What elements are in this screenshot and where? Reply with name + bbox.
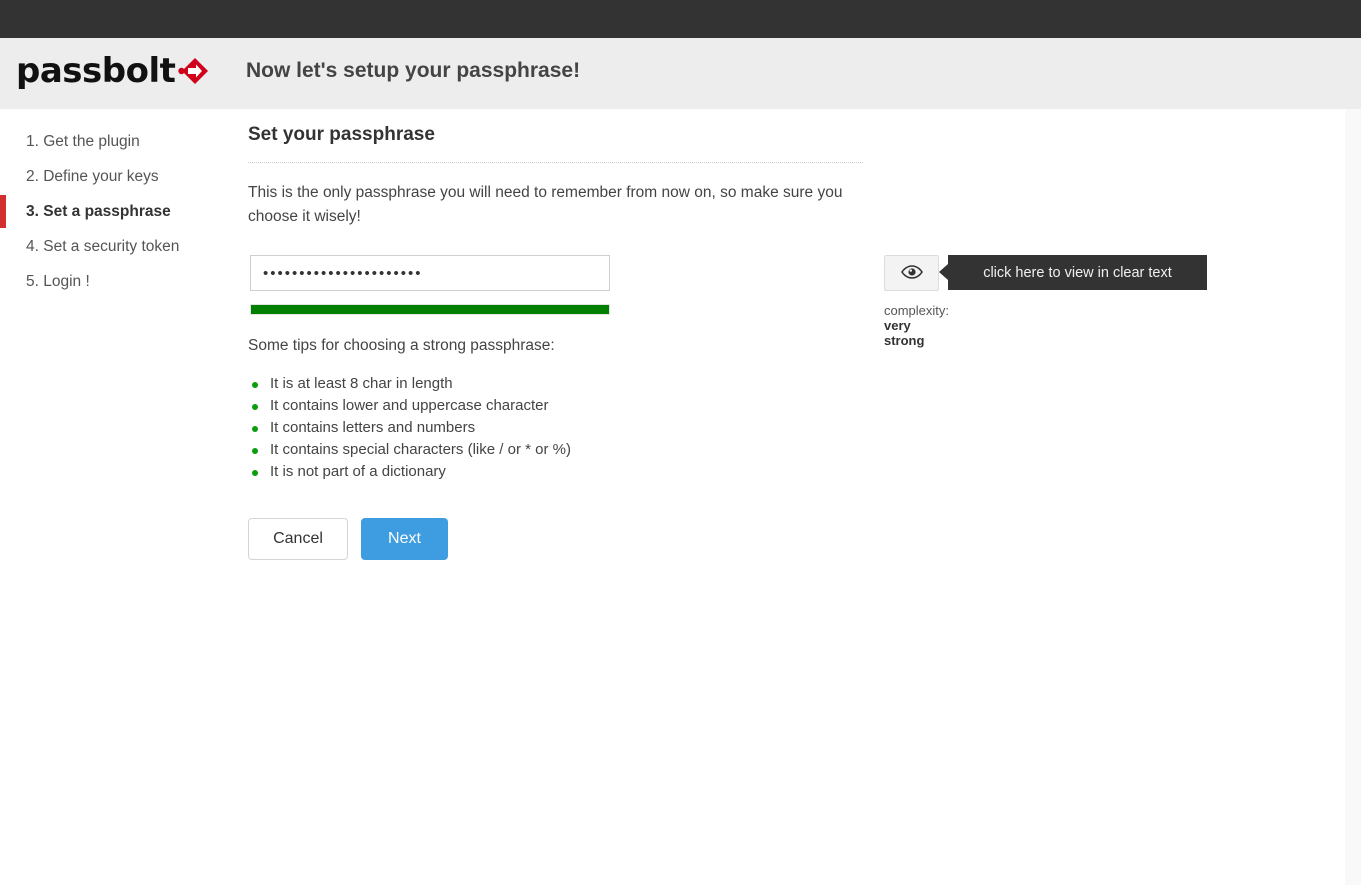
tips-list: It is at least 8 char in length It conta… (248, 373, 948, 483)
sidebar-item-set-a-security-token[interactable]: 4. Set a security token (0, 229, 246, 264)
bullet-icon (252, 448, 258, 454)
logo-diamond-arrow-icon (178, 56, 209, 86)
bullet-icon (252, 470, 258, 476)
top-bar (0, 0, 1361, 38)
bullet-icon (252, 426, 258, 432)
bullet-icon (252, 404, 258, 410)
tip-label: It contains lower and uppercase characte… (270, 397, 549, 414)
active-marker (0, 195, 6, 228)
complexity-value: very strong (884, 318, 925, 348)
passphrase-row: click here to view in clear text complex… (248, 255, 1207, 348)
sidebar-item-login[interactable]: 5. Login ! (0, 264, 246, 299)
tip-label: It is not part of a dictionary (270, 463, 446, 480)
list-item: It contains special characters (like / o… (248, 439, 948, 461)
setup-steps-sidebar: 1. Get the plugin 2. Define your keys 3.… (0, 124, 246, 299)
list-item: It contains letters and numbers (248, 417, 948, 439)
logo-wordmark: passbolt (16, 51, 176, 91)
tip-label: It contains letters and numbers (270, 419, 476, 436)
sidebar-item-set-a-passphrase[interactable]: 3. Set a passphrase (0, 194, 246, 229)
next-button[interactable]: Next (361, 518, 448, 560)
sidebar-item-get-the-plugin[interactable]: 1. Get the plugin (0, 124, 246, 159)
page-scrollbar[interactable] (1345, 109, 1361, 885)
tips-title: Some tips for choosing a strong passphra… (248, 337, 555, 354)
sidebar-item-label: 2. Define your keys (26, 168, 159, 185)
complexity-status: complexity: very strong (884, 303, 949, 348)
complexity-prefix-label: complexity: (884, 303, 950, 318)
sidebar-item-label: 1. Get the plugin (26, 133, 140, 150)
tooltip-arrow-icon (939, 264, 948, 280)
sidebar-item-label: 4. Set a security token (26, 238, 180, 255)
list-item: It contains lower and uppercase characte… (248, 395, 948, 417)
eye-icon (900, 264, 923, 282)
page-title: Now let's setup your passphrase! (246, 59, 581, 82)
sidebar-item-label: 3. Set a passphrase (26, 203, 171, 220)
reveal-tooltip-label: click here to view in clear text (983, 264, 1172, 281)
sidebar-item-define-your-keys[interactable]: 2. Define your keys (0, 159, 246, 194)
strength-meter-fill (251, 305, 609, 314)
cancel-button[interactable]: Cancel (248, 518, 348, 560)
tip-label: It contains special characters (like / o… (270, 441, 571, 458)
intro-text: This is the only passphrase you will nee… (248, 184, 843, 225)
strength-meter (250, 304, 610, 315)
sidebar-item-label: 5. Login ! (26, 273, 90, 290)
passphrase-input[interactable] (250, 255, 610, 291)
passbolt-logo: passbolt (16, 51, 209, 91)
panel-title: Set your passphrase (248, 124, 863, 163)
bullet-icon (252, 382, 258, 388)
list-item: It is at least 8 char in length (248, 373, 948, 395)
form-actions: Cancel Next (248, 518, 948, 560)
reveal-passphrase-button[interactable] (884, 255, 939, 291)
main-content: Set your passphrase This is the only pas… (248, 124, 1207, 560)
list-item: It is not part of a dictionary (248, 461, 948, 483)
page-header: passbolt Now let's setup your passphrase… (0, 38, 1361, 109)
tip-label: It is at least 8 char in length (270, 375, 453, 392)
reveal-tooltip[interactable]: click here to view in clear text (939, 255, 1207, 290)
